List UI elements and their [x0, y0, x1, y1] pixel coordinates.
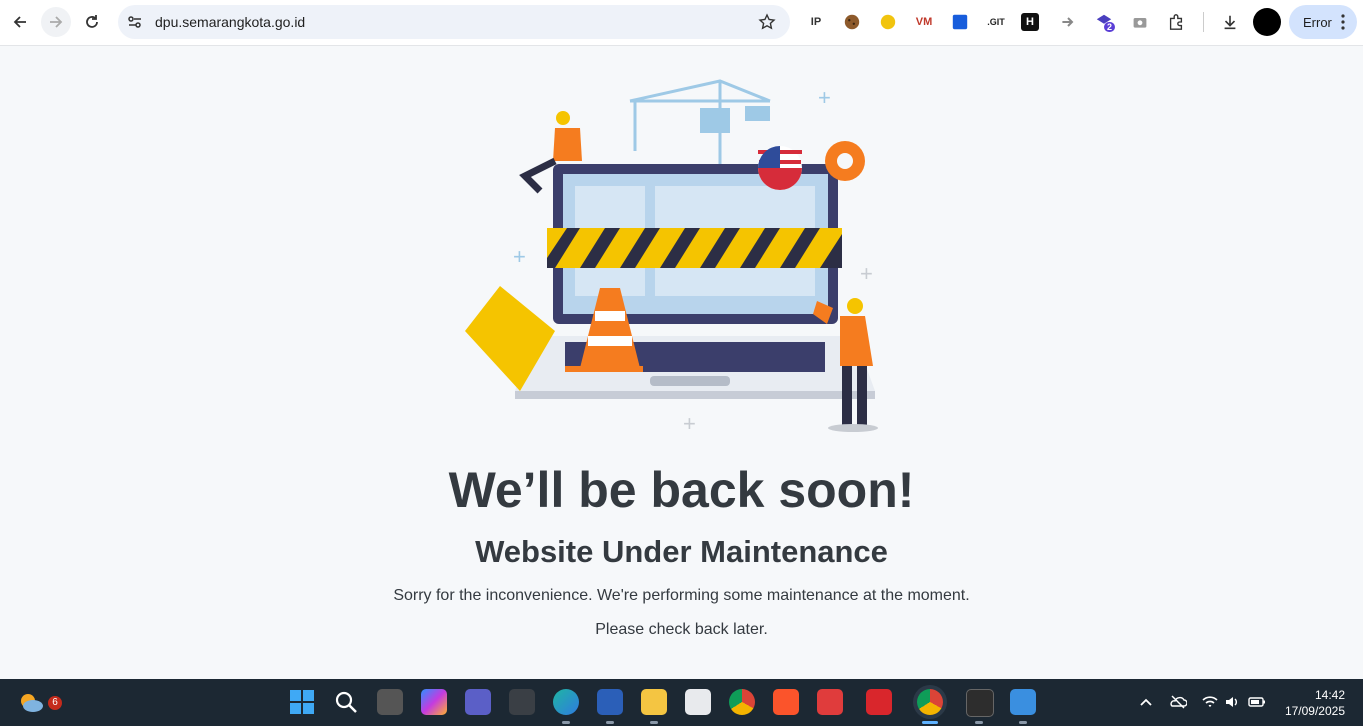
ip-extension-icon[interactable]: IP: [805, 11, 827, 33]
svg-text:+: +: [513, 244, 526, 269]
arrow-extension-icon[interactable]: [1057, 11, 1079, 33]
h-extension-icon[interactable]: H: [1021, 13, 1039, 31]
svg-text:+: +: [860, 261, 873, 286]
extensions-button[interactable]: [1165, 11, 1187, 33]
arrow-icon: [1062, 17, 1074, 27]
clock-time: 14:42: [1314, 688, 1345, 702]
edge-running-indicator: [562, 721, 570, 724]
forward-button[interactable]: [41, 7, 71, 37]
check-back-message: Please check back later.: [595, 621, 768, 638]
edge-icon[interactable]: [553, 689, 579, 715]
arrow-left-icon: [13, 16, 26, 28]
wifi-icon[interactable]: [1201, 693, 1219, 711]
page-title: We’ll be back soon!: [448, 462, 915, 518]
brave-icon[interactable]: [773, 689, 799, 715]
word-running-indicator: [606, 721, 614, 724]
chrome-icon[interactable]: [729, 689, 755, 715]
onedrive-icon[interactable]: [1169, 693, 1187, 711]
shield-icon: [952, 14, 968, 30]
maintenance-illustration: + + + +: [465, 79, 878, 436]
puzzle-icon: [1169, 14, 1183, 30]
downloads-button[interactable]: [1219, 11, 1241, 33]
more-vert-icon[interactable]: [1341, 14, 1345, 30]
emoji-extension-icon[interactable]: [877, 11, 899, 33]
wps-icon[interactable]: [866, 689, 892, 715]
svg-text:+: +: [818, 85, 831, 110]
page-content: + + + + We’ll be back soon! Website Unde…: [0, 46, 1363, 679]
weather-widget[interactable]: 6: [18, 689, 62, 715]
git-extension-icon[interactable]: .GIT: [985, 11, 1007, 33]
terminal-icon[interactable]: [966, 689, 994, 717]
file-explorer-icon[interactable]: [641, 689, 667, 715]
battery-icon[interactable]: [1248, 693, 1266, 711]
smiley-icon: [880, 14, 896, 30]
bookmark-star-icon[interactable]: [758, 13, 776, 31]
terminal-running-indicator: [975, 721, 983, 724]
active-window-indicator: [922, 721, 938, 724]
address-bar[interactable]: dpu.semarangkota.go.id: [118, 5, 790, 39]
app-icon[interactable]: [509, 689, 535, 715]
task-view-button[interactable]: [377, 689, 403, 715]
windows-logo-icon: [290, 690, 314, 714]
profile-avatar[interactable]: [1253, 8, 1281, 36]
anydesk-icon[interactable]: [817, 689, 843, 715]
copilot-icon[interactable]: [421, 689, 447, 715]
vm-extension-label: VM: [915, 16, 933, 28]
git-extension-label: .GIT: [987, 17, 1005, 27]
back-button[interactable]: [5, 7, 35, 37]
browser-toolbar: dpu.semarangkota.go.id IP VM .GIT H 2 Er…: [0, 0, 1363, 46]
site-settings-icon[interactable]: [126, 13, 144, 31]
weather-badge: 6: [48, 696, 62, 710]
camera-extension-icon[interactable]: [1129, 11, 1151, 33]
camera-icon: [1133, 18, 1147, 28]
page-subtitle: Website Under Maintenance: [475, 534, 888, 569]
download-icon: [1224, 15, 1236, 30]
maintenance-message: Sorry for the inconvenience. We're perfo…: [393, 587, 970, 604]
search-button[interactable]: [333, 689, 359, 715]
word-icon[interactable]: [597, 689, 623, 715]
microsoft-store-icon[interactable]: [685, 689, 711, 715]
cookie-icon: [844, 14, 860, 30]
teams-icon[interactable]: [465, 689, 491, 715]
error-chip-button[interactable]: Error: [1289, 5, 1357, 39]
chevron-up-icon[interactable]: [1137, 693, 1155, 711]
toolbar-divider: [1203, 12, 1204, 32]
chrome-profile-icon[interactable]: [917, 689, 943, 715]
weather-cloud-icon: [21, 694, 43, 712]
reload-button[interactable]: [77, 7, 107, 37]
explorer-running-indicator: [650, 721, 658, 724]
photos-running-indicator: [1019, 721, 1027, 724]
reload-icon: [86, 15, 98, 28]
volume-icon[interactable]: [1223, 693, 1241, 711]
svg-text:+: +: [683, 411, 696, 436]
ip-extension-label: IP: [810, 16, 822, 28]
error-chip-label: Error: [1303, 14, 1332, 30]
start-button[interactable]: [289, 689, 315, 715]
layers-extension-badge: 2: [1104, 22, 1116, 32]
vm-extension-icon[interactable]: VM: [913, 11, 935, 33]
system-clock[interactable]: 14:42 17/09/2025: [1285, 687, 1345, 719]
bitwarden-extension-icon[interactable]: [949, 11, 971, 33]
h-extension-label: H: [1026, 16, 1034, 28]
layers-extension-icon[interactable]: 2: [1093, 11, 1116, 33]
search-icon: [335, 691, 357, 713]
clock-date: 17/09/2025: [1284, 704, 1345, 718]
arrow-right-icon: [50, 16, 63, 28]
url-text[interactable]: dpu.semarangkota.go.id: [155, 14, 305, 30]
windows-taskbar: 6 14:42 17/09/2025: [0, 679, 1363, 726]
photos-icon[interactable]: [1010, 689, 1036, 715]
cookie-extension-icon[interactable]: [841, 11, 863, 33]
